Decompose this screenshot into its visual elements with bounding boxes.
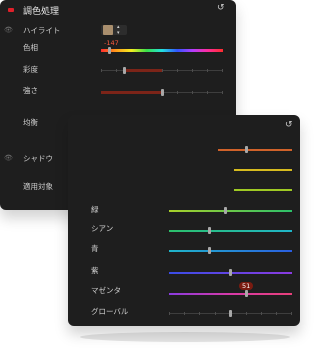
cyan-slider[interactable] [169, 227, 292, 234]
global-slider[interactable] [169, 310, 292, 317]
hue-value: -147 [104, 39, 119, 47]
panel-title: 調色処理 [23, 7, 60, 17]
green-slider-thumb[interactable] [224, 207, 227, 214]
magenta-value: 51 [239, 282, 254, 290]
highlight-color-picker[interactable]: ▴ ▾ [101, 24, 127, 36]
orange-slider-thumb[interactable] [245, 146, 248, 153]
chevron-updown-icon: ▴▾ [117, 24, 120, 36]
blue-slider-thumb[interactable] [208, 247, 211, 254]
saturation-label: 彩度 [23, 65, 38, 74]
global-slider-thumb[interactable] [229, 310, 232, 317]
strength-label: 強さ [23, 86, 38, 95]
orange-slider[interactable] [218, 146, 292, 153]
section-active-indicator [8, 8, 14, 12]
strength-slider[interactable] [101, 89, 223, 96]
magenta-slider-thumb[interactable] [245, 290, 248, 297]
green-slider[interactable] [169, 207, 292, 214]
cyan-slider-thumb[interactable] [208, 227, 211, 234]
hue-label: 色相 [23, 43, 38, 52]
hue-slider[interactable] [101, 47, 223, 54]
saturation-slider-thumb[interactable] [123, 67, 126, 74]
highlight-swatch [103, 25, 113, 35]
blue-slider[interactable] [169, 247, 292, 254]
highlight-label: ハイライト [23, 26, 61, 35]
purple-slider-thumb[interactable] [229, 269, 232, 276]
strength-slider-thumb[interactable] [161, 89, 164, 96]
channel-label-blue: 青 [91, 244, 99, 253]
channel-label-cyan: シアン [91, 224, 114, 233]
channel-label-global: グローバル [91, 307, 129, 316]
hue-slider-thumb[interactable] [108, 47, 111, 54]
panel-drop-shadow [80, 332, 290, 342]
reset-icon[interactable]: ↺ [285, 120, 293, 130]
channel-label-purple: 紫 [91, 266, 99, 275]
magenta-slider[interactable] [169, 290, 292, 297]
channel-label-green: 緑 [91, 205, 99, 214]
eye-icon[interactable]: 👁︎ [4, 154, 13, 162]
yellow-slider[interactable] [234, 169, 292, 171]
saturation-slider[interactable] [101, 67, 223, 74]
channel-label-magenta: マゼンタ [91, 286, 121, 295]
screen: 調色処理 ↺ 👁︎ ハイライト ▴ ▾ 色相 -147 彩度 強さ 均衡 👁︎ … [0, 0, 307, 348]
yellow-green-slider[interactable] [234, 189, 292, 191]
channel-panel: ↺ 緑 シアン 青 紫 マゼンタ 51 グローバル [68, 115, 300, 326]
balance-label: 均衡 [23, 118, 38, 127]
eye-icon[interactable]: 👁︎ [4, 26, 13, 34]
apply-target-label: 適用対象 [23, 182, 53, 191]
reset-icon[interactable]: ↺ [217, 3, 225, 13]
shadow-label: シャドウ [23, 154, 53, 163]
purple-slider[interactable] [169, 269, 292, 276]
